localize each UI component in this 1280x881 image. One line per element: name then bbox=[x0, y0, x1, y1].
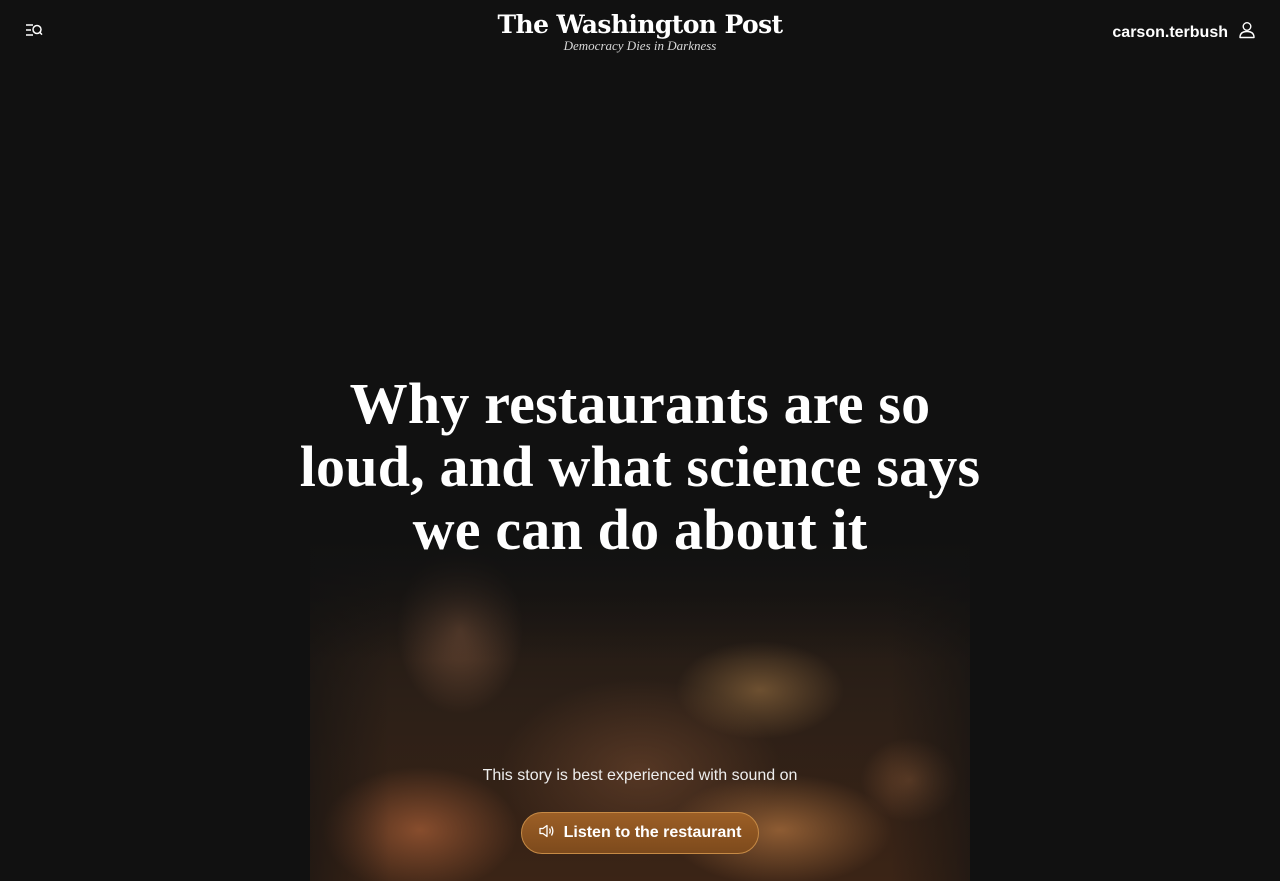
sound-note: This story is best experienced with soun… bbox=[482, 767, 798, 784]
speaker-icon bbox=[538, 824, 555, 843]
logo-name: The Washington Post bbox=[497, 10, 783, 39]
site-logo[interactable]: The Washington Post Democracy Dies in Da… bbox=[0, 10, 1280, 53]
site-header: The Washington Post Democracy Dies in Da… bbox=[0, 0, 1280, 64]
user-icon bbox=[1238, 21, 1256, 44]
listen-button-label: Listen to the restaurant bbox=[563, 824, 742, 841]
logo-tagline: Democracy Dies in Darkness bbox=[563, 38, 717, 53]
article-headline: Why restaurants are so loud, and what sc… bbox=[299, 371, 981, 562]
listen-button[interactable]: Listen to the restaurant bbox=[521, 812, 759, 854]
user-account[interactable]: carson.terbush bbox=[1112, 21, 1256, 44]
username: carson.terbush bbox=[1112, 23, 1228, 41]
article-page: The Washington Post Democracy Dies in Da… bbox=[0, 0, 1280, 881]
